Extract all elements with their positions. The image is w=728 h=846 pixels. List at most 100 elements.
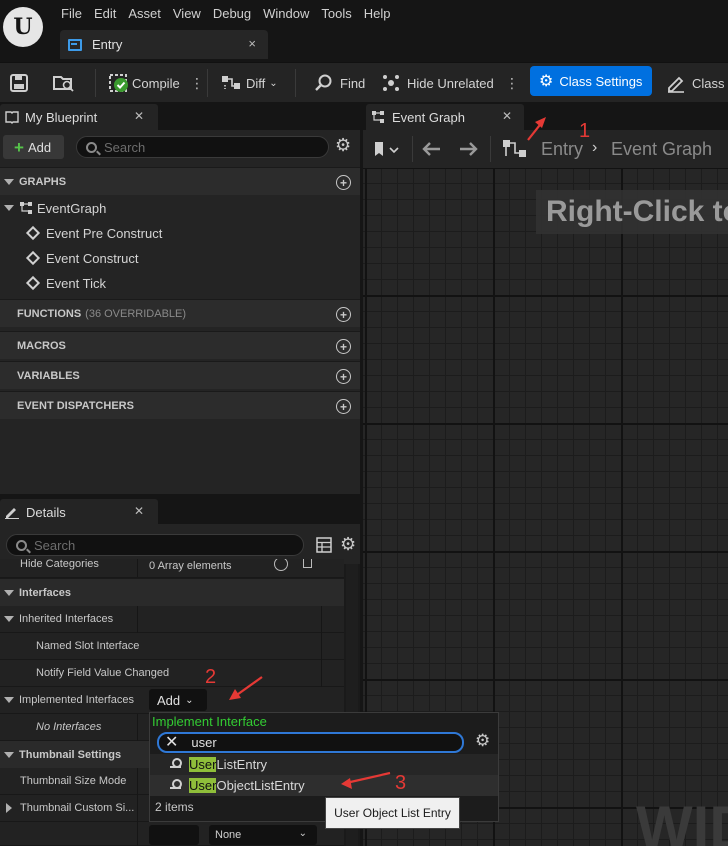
thumbnail-asset-dropdown[interactable]: None ⌄ bbox=[209, 825, 317, 845]
collapse-arrow-icon bbox=[4, 697, 14, 703]
browse-icon bbox=[53, 76, 74, 92]
row-inherited-interfaces[interactable]: Inherited Interfaces bbox=[0, 606, 344, 633]
details-search-input[interactable]: Search bbox=[6, 534, 304, 556]
thumbnail-number-input[interactable] bbox=[149, 825, 199, 845]
gear-icon[interactable]: ⚙ bbox=[475, 732, 490, 749]
tree-item-eventgraph[interactable]: EventGraph bbox=[0, 197, 106, 219]
my-blueprint-search-input[interactable]: Search bbox=[76, 136, 329, 158]
save-icon bbox=[10, 74, 28, 92]
result-userobjectlistentry[interactable]: User ObjectListEntry bbox=[150, 775, 498, 796]
section-macros[interactable]: MACROS + bbox=[0, 331, 360, 359]
find-button[interactable]: Find bbox=[314, 63, 365, 103]
menu-tools[interactable]: Tools bbox=[320, 6, 362, 21]
hide-unrelated-options-button[interactable]: ⋮ bbox=[505, 63, 519, 103]
collapse-arrow-icon bbox=[4, 616, 14, 622]
row-notify-field-value-changed: Notify Field Value Changed bbox=[0, 660, 344, 687]
save-button[interactable] bbox=[9, 63, 29, 103]
add-function-icon[interactable]: + bbox=[336, 307, 351, 322]
menu-file[interactable]: File bbox=[60, 6, 93, 21]
tab-event-graph[interactable]: Event Graph ✕ bbox=[366, 104, 524, 130]
bookmark-icon[interactable] bbox=[373, 140, 401, 160]
forward-arrow-icon[interactable] bbox=[458, 139, 480, 159]
tree-item-event-construct[interactable]: Event Construct bbox=[25, 247, 139, 269]
close-icon[interactable]: ✕ bbox=[134, 109, 144, 123]
compile-button[interactable]: Compile bbox=[108, 63, 180, 103]
arrowhead-1 bbox=[535, 117, 546, 128]
add-label: Add bbox=[157, 692, 181, 708]
section-event-dispatchers[interactable]: EVENT DISPATCHERS + bbox=[0, 391, 360, 419]
interface-icon bbox=[169, 758, 182, 771]
row-implemented-interfaces[interactable]: Implemented Interfaces Add ⌄ bbox=[0, 687, 344, 714]
diff-button[interactable]: Diff ⌄ bbox=[220, 63, 278, 103]
class-settings-button[interactable]: ⚙ Class Settings bbox=[530, 66, 652, 96]
result-userlistentry[interactable]: User ListEntry bbox=[150, 754, 498, 775]
add-event-dispatcher-icon[interactable]: + bbox=[336, 399, 351, 414]
property-label: Inherited Interfaces bbox=[19, 613, 114, 625]
add-macro-icon[interactable]: + bbox=[336, 339, 351, 354]
section-variables[interactable]: VARIABLES + bbox=[0, 361, 360, 389]
browse-button[interactable] bbox=[52, 63, 76, 103]
menu-debug[interactable]: Debug bbox=[212, 6, 262, 21]
category-interfaces[interactable]: Interfaces bbox=[0, 579, 344, 606]
tab-my-blueprint[interactable]: My Blueprint ✕ bbox=[0, 104, 158, 130]
toolbar-divider bbox=[490, 136, 491, 162]
tab-details-label: Details bbox=[26, 504, 66, 520]
property-label: Thumbnail Size Mode bbox=[20, 775, 127, 787]
row-hide-categories: Hide Categories 0 Array elements bbox=[0, 559, 344, 578]
add-variable-icon[interactable]: + bbox=[336, 369, 351, 384]
interface-search-input[interactable]: ✕ user bbox=[157, 732, 464, 753]
document-tab-entry[interactable]: Entry × bbox=[60, 30, 268, 59]
close-icon[interactable]: × bbox=[248, 36, 256, 51]
column-divider bbox=[321, 606, 322, 633]
annotation-3: 3 bbox=[395, 772, 407, 794]
section-functions[interactable]: FUNCTIONS (36 OVERRIDABLE) + bbox=[0, 299, 360, 327]
section-graphs[interactable]: GRAPHS + bbox=[0, 167, 360, 195]
search-placeholder: Search bbox=[34, 537, 76, 553]
menu-view[interactable]: View bbox=[172, 6, 212, 21]
menu-asset[interactable]: Asset bbox=[127, 6, 172, 21]
clear-search-icon[interactable]: ✕ bbox=[165, 734, 178, 751]
property-label: Notify Field Value Changed bbox=[36, 667, 170, 679]
compile-icon bbox=[109, 74, 128, 92]
trash-icon[interactable] bbox=[303, 559, 312, 568]
menu-window[interactable]: Window bbox=[262, 6, 320, 21]
chevron-down-icon: ⌄ bbox=[269, 77, 278, 89]
add-button[interactable]: + Add bbox=[3, 135, 64, 159]
property-label: Thumbnail Custom Si... bbox=[20, 802, 135, 814]
close-icon[interactable]: ✕ bbox=[134, 504, 144, 518]
class-settings-label: Class Settings bbox=[559, 73, 643, 89]
breadcrumb-event-graph[interactable]: Event Graph bbox=[611, 139, 712, 160]
add-element-icon[interactable] bbox=[274, 559, 288, 571]
collapse-arrow-icon bbox=[4, 751, 14, 758]
menu-edit[interactable]: Edit bbox=[93, 6, 127, 21]
widget-watermark: WID bbox=[636, 798, 728, 846]
column-divider bbox=[137, 768, 138, 795]
back-arrow-icon[interactable] bbox=[420, 139, 442, 159]
chevron-down-icon: ⌄ bbox=[185, 694, 194, 706]
breadcrumb-entry[interactable]: Entry bbox=[541, 139, 583, 160]
menu-help[interactable]: Help bbox=[363, 6, 402, 21]
table-view-icon[interactable] bbox=[316, 537, 332, 553]
main-menu: File Edit Asset View Debug Window Tools … bbox=[60, 6, 402, 21]
event-label: Event Tick bbox=[46, 275, 106, 291]
gear-icon[interactable]: ⚙ bbox=[340, 535, 356, 553]
class-defaults-button[interactable]: Class bbox=[666, 63, 725, 103]
book-icon bbox=[5, 110, 19, 124]
gear-icon: ⚙ bbox=[539, 73, 554, 90]
hide-unrelated-button[interactable]: Hide Unrelated bbox=[381, 63, 494, 103]
tree-item-event-tick[interactable]: Event Tick bbox=[25, 272, 106, 294]
tree-item-event-pre-construct[interactable]: Event Pre Construct bbox=[25, 222, 162, 244]
tab-details[interactable]: Details ✕ bbox=[0, 499, 158, 525]
chevron-right-icon: › bbox=[592, 139, 598, 156]
search-icon bbox=[16, 539, 27, 551]
unreal-logo-icon[interactable]: U bbox=[3, 7, 43, 47]
property-label: Hide Categories bbox=[20, 559, 99, 570]
add-interface-dropdown[interactable]: Add ⌄ bbox=[149, 689, 207, 711]
add-graph-icon[interactable]: + bbox=[336, 175, 351, 190]
kebab-icon: ⋮ bbox=[505, 74, 519, 91]
gear-icon[interactable]: ⚙ bbox=[335, 136, 351, 154]
event-icon bbox=[25, 225, 41, 241]
category-label: Thumbnail Settings bbox=[19, 748, 122, 761]
close-icon[interactable]: ✕ bbox=[502, 109, 512, 123]
compile-options-button[interactable]: ⋮ bbox=[190, 63, 204, 103]
